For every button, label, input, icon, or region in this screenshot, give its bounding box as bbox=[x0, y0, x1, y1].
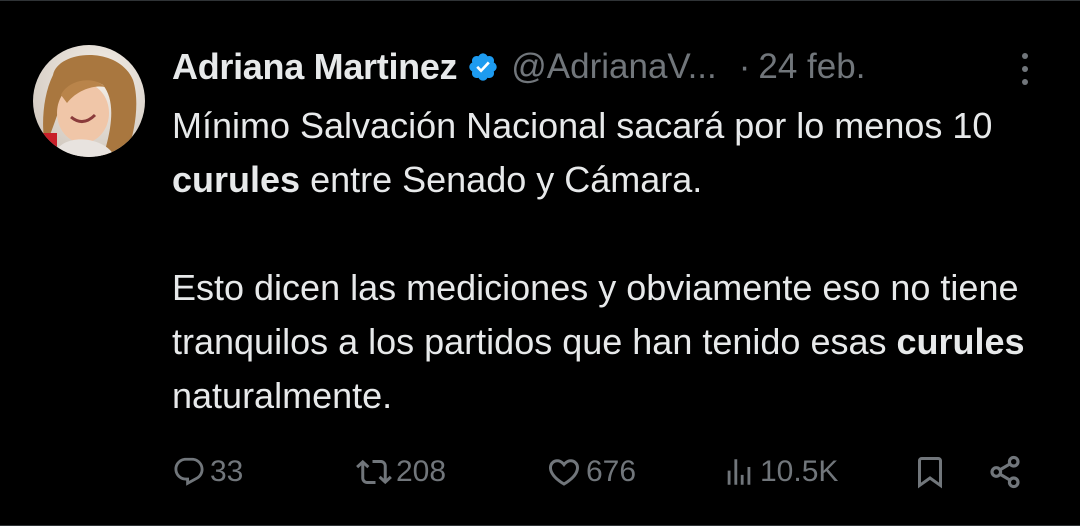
retweet-count: 208 bbox=[396, 455, 447, 488]
like-button[interactable]: 676 bbox=[546, 447, 636, 497]
retweet-button[interactable]: 208 bbox=[356, 447, 446, 497]
verified-badge-icon bbox=[467, 51, 499, 83]
reply-count: 33 bbox=[210, 455, 244, 488]
bookmark-icon bbox=[918, 457, 942, 489]
tweet-actions: 33 208 676 10.5K bbox=[172, 447, 1032, 497]
tweet-text: Mínimo Salvación Nacional sacará por lo … bbox=[172, 99, 1052, 423]
hashtag-bold-text: curules bbox=[172, 159, 301, 200]
author-name[interactable]: Adriana Martinez bbox=[172, 46, 458, 88]
separator-dot: · bbox=[738, 47, 751, 86]
views-icon bbox=[727, 459, 751, 485]
views-count: 10.5K bbox=[760, 455, 839, 488]
retweet-icon bbox=[356, 459, 392, 485]
tweet-header: Adriana Martinez @AdrianaV... · 24 feb. bbox=[172, 41, 865, 93]
heart-icon bbox=[548, 459, 580, 486]
avatar-image bbox=[33, 45, 145, 157]
tweet-text-segment: Esto dicen las mediciones y obviamente e… bbox=[172, 267, 1019, 362]
more-dot bbox=[1022, 79, 1028, 85]
avatar[interactable] bbox=[33, 45, 145, 157]
bookmark-button[interactable] bbox=[912, 447, 948, 497]
share-button[interactable] bbox=[986, 447, 1024, 497]
tweet-text-segment: entre Senado y Cámara. bbox=[300, 159, 703, 200]
author-handle[interactable]: @AdrianaV... bbox=[511, 47, 716, 87]
share-icon bbox=[990, 455, 1020, 489]
tweet-text-segment: naturalmente. bbox=[172, 375, 393, 416]
reply-button[interactable]: 33 bbox=[172, 447, 243, 497]
tweet-text-segment: Mínimo Salvación Nacional sacará por lo … bbox=[172, 105, 993, 146]
tweet-card[interactable]: Adriana Martinez @AdrianaV... · 24 feb. … bbox=[0, 0, 1080, 526]
more-dot bbox=[1022, 53, 1028, 59]
more-icon[interactable] bbox=[1010, 51, 1040, 87]
hashtag-bold-text: curules bbox=[896, 321, 1025, 362]
tweet-paragraph-1: Mínimo Salvación Nacional sacará por lo … bbox=[172, 99, 1052, 207]
like-count: 676 bbox=[586, 455, 637, 488]
views-button[interactable]: 10.5K bbox=[722, 447, 838, 497]
reply-icon bbox=[174, 457, 204, 486]
tweet-date[interactable]: 24 feb. bbox=[758, 47, 865, 87]
tweet-paragraph-2: Esto dicen las mediciones y obviamente e… bbox=[172, 261, 1052, 423]
more-dot bbox=[1022, 66, 1028, 72]
